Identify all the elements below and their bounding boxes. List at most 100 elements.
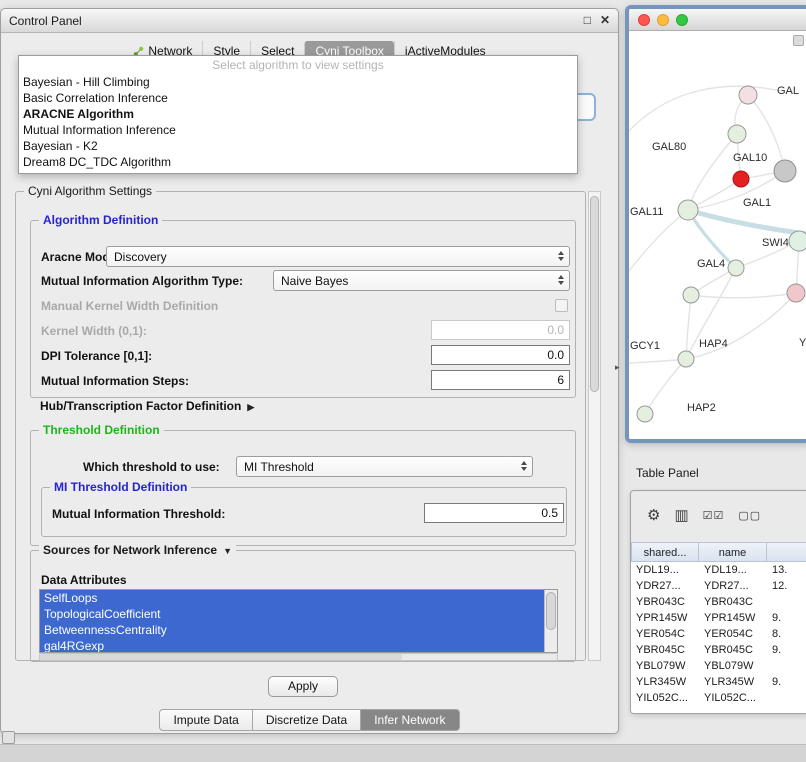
hub-definition-label: Hub/Transcription Factor Definition — [40, 399, 241, 413]
network-node[interactable] — [678, 200, 698, 220]
table-cell: YER054C — [699, 626, 767, 642]
table-cell: YLR345W — [699, 674, 767, 690]
menu-item-mutual-information-inference[interactable]: Mutual Information Inference — [19, 122, 577, 138]
table-row[interactable]: YDL19...YDL19...13. — [631, 562, 806, 578]
column-header-shared[interactable]: shared... — [631, 542, 699, 562]
kernel-width-input[interactable]: 0.0 — [431, 320, 570, 340]
node-label: GAL1 — [743, 197, 771, 209]
settings-scrollbar-thumb[interactable] — [590, 196, 599, 392]
table-panel-title: Table Panel — [636, 466, 699, 480]
close-window-icon[interactable]: ✕ — [600, 13, 610, 27]
table-cell: 12. — [767, 578, 806, 594]
table-cell: YIL052C... — [699, 690, 767, 706]
table-row[interactable]: YIL052C...YIL052C... — [631, 690, 806, 706]
attribute-item-gal4rgexp[interactable]: gal4RGexp — [40, 638, 544, 653]
window-title: Control Panel — [9, 14, 82, 28]
table-row[interactable]: YLR345WYLR345W9. — [631, 674, 806, 690]
column-settings-gear-icon[interactable]: ⚙ — [647, 506, 660, 524]
network-toolbar-grip-icon[interactable] — [793, 35, 804, 46]
table-row[interactable]: YBL079WYBL079W — [631, 658, 806, 674]
combo-arrows-icon — [521, 461, 527, 471]
node-label: HAP2 — [687, 402, 716, 414]
mi-threshold-input[interactable]: 0.5 — [424, 503, 564, 523]
table-toolbar: ⚙ ▥ ☑☑ ▢▢ — [631, 499, 806, 531]
network-node[interactable] — [733, 171, 749, 187]
bottom-tab-discretize-data[interactable]: Discretize Data — [253, 709, 361, 731]
network-node[interactable] — [728, 260, 744, 276]
settings-scrollbar[interactable] — [588, 191, 601, 661]
float-window-icon[interactable]: □ — [584, 13, 591, 27]
status-strip — [0, 744, 806, 762]
table-row[interactable]: YPR145WYPR145W9. — [631, 610, 806, 626]
splitter-arrow-icon[interactable]: ▸ — [615, 362, 620, 373]
table-row[interactable]: YBR045CYBR045C9. — [631, 642, 806, 658]
expand-right-icon: ▶ — [247, 402, 254, 412]
menu-item-basic-correlation-inference[interactable]: Basic Correlation Inference — [19, 90, 577, 106]
column-header-name[interactable]: name — [699, 542, 767, 562]
network-canvas[interactable]: GALGAL80GAL10GAL11GAL1SWI4GAL4GCY1HAP4YH… — [629, 31, 806, 439]
aracne-mode-select[interactable]: Discovery — [106, 246, 570, 267]
network-view-window: GALGAL80GAL10GAL11GAL1SWI4GAL4GCY1HAP4YH… — [625, 5, 806, 443]
manual-kernel-width-checkbox[interactable] — [555, 299, 568, 312]
table-cell: YBL079W — [699, 658, 767, 674]
table-columns-icon[interactable]: ▥ — [674, 506, 688, 524]
network-graph[interactable]: GALGAL80GAL10GAL11GAL1SWI4GAL4GCY1HAP4YH… — [629, 31, 806, 439]
network-node[interactable] — [683, 287, 699, 303]
network-node[interactable] — [789, 231, 806, 251]
algorithm-dropdown-menu: Select algorithm to view settings Bayesi… — [18, 55, 578, 174]
network-node[interactable] — [774, 160, 796, 182]
mi-threshold-label: Mutual Information Threshold: — [52, 507, 225, 521]
table-row[interactable]: YER054CYER054C8. — [631, 626, 806, 642]
deselect-all-icon[interactable]: ▢▢ — [738, 509, 761, 522]
menu-item-aracne-algorithm[interactable]: ARACNE Algorithm — [19, 106, 577, 122]
apply-button[interactable]: Apply — [268, 676, 338, 697]
data-attributes-list[interactable]: SelfLoopsTopologicalCoefficientBetweenne… — [39, 589, 558, 653]
mi-algorithm-type-select[interactable]: Naive Bayes — [273, 270, 570, 291]
list-scrollbar[interactable] — [544, 590, 557, 652]
mi-threshold-definition-group: MI Threshold Definition Mutual Informati… — [41, 487, 567, 537]
table-row[interactable]: YDR27...YDR27...12. — [631, 578, 806, 594]
network-window-titlebar[interactable] — [629, 9, 806, 31]
sources-collapse-header[interactable]: Sources for Network Inference▼ — [39, 543, 236, 557]
cyni-algorithm-settings-group: Cyni Algorithm Settings Algorithm Defini… — [15, 191, 586, 661]
control-panel-titlebar[interactable]: Control Panel □ ✕ — [1, 9, 618, 33]
threshold-definition-group: Threshold Definition Which threshold to … — [30, 430, 576, 546]
menu-item-dream8-dc-tdc-algorithm[interactable]: Dream8 DC_TDC Algorithm — [19, 154, 577, 170]
combo-arrows-icon — [558, 275, 564, 285]
minimize-traffic-light-icon[interactable] — [657, 14, 669, 26]
list-scrollbar-thumb[interactable] — [546, 592, 556, 630]
bottom-tab-bar: Impute DataDiscretize DataInfer Network — [1, 709, 618, 731]
manual-kernel-width-label: Manual Kernel Width Definition — [41, 299, 218, 313]
zoom-traffic-light-icon[interactable] — [676, 14, 688, 26]
list-horizontal-scrollbar[interactable] — [39, 653, 558, 661]
menu-item-bayesian-hill-climbing[interactable]: Bayesian - Hill Climbing — [19, 74, 577, 90]
network-node[interactable] — [728, 125, 746, 143]
mi-steps-input[interactable]: 6 — [431, 370, 570, 390]
minimized-panel-icon[interactable] — [2, 731, 15, 744]
attribute-item-topologicalcoefficient[interactable]: TopologicalCoefficient — [40, 606, 544, 622]
network-node[interactable] — [678, 351, 694, 367]
sources-group: Sources for Network Inference▼ Data Attr… — [30, 550, 576, 662]
bottom-tab-infer-network[interactable]: Infer Network — [361, 709, 459, 731]
which-threshold-select[interactable]: MI Threshold — [236, 456, 533, 477]
table-row[interactable]: YBR043CYBR043C — [631, 594, 806, 610]
select-all-icon[interactable]: ☑☑ — [703, 509, 725, 522]
node-label: GAL4 — [697, 258, 725, 270]
dpi-tolerance-input[interactable]: 0.0 — [431, 345, 570, 365]
attribute-item-selfloops[interactable]: SelfLoops — [40, 590, 544, 606]
table-cell: 9. — [767, 610, 806, 626]
network-node[interactable] — [787, 284, 805, 302]
attribute-item-betweennesscentrality[interactable]: BetweennessCentrality — [40, 622, 544, 638]
hub-definition-expander[interactable]: Hub/Transcription Factor Definition ▶ — [40, 399, 254, 413]
data-attributes-items: SelfLoopsTopologicalCoefficientBetweenne… — [40, 590, 557, 653]
kernel-width-label: Kernel Width (0,1): — [41, 324, 147, 338]
table-cell: YDR27... — [699, 578, 767, 594]
dpi-tolerance-label: DPI Tolerance [0,1]: — [41, 349, 152, 363]
horizontal-scrollbar-thumb[interactable] — [40, 654, 402, 660]
menu-item-bayesian-k2[interactable]: Bayesian - K2 — [19, 138, 577, 154]
network-node[interactable] — [739, 86, 757, 104]
close-traffic-light-icon[interactable] — [638, 14, 650, 26]
network-node[interactable] — [637, 406, 653, 422]
bottom-tab-impute-data[interactable]: Impute Data — [159, 709, 252, 731]
column-header-extra[interactable] — [767, 542, 806, 562]
